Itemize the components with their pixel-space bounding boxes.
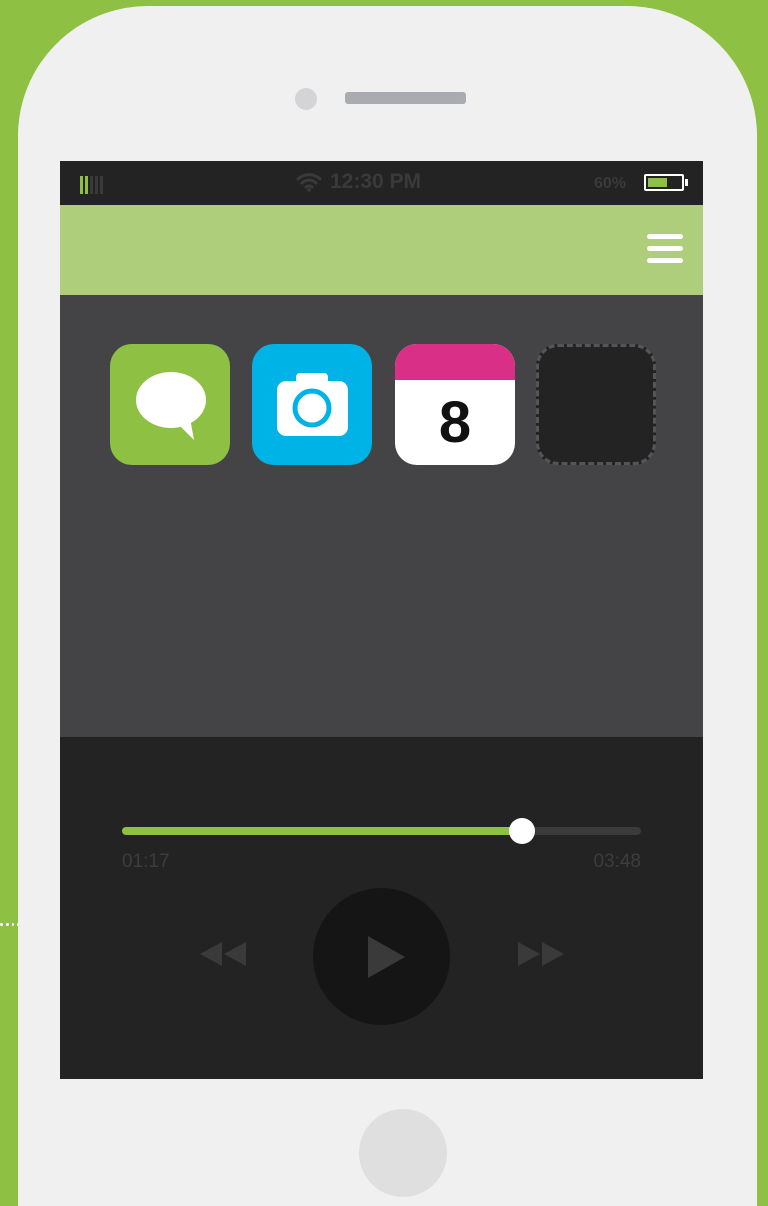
app-header [60,205,703,295]
wifi-icon [296,173,322,192]
empty-app-slot[interactable] [536,344,656,465]
signal-bar [80,176,83,194]
earpiece-speaker [345,92,466,104]
status-time: 12:30 PM [330,170,422,193]
phone-screen: 12:30 PM 60% 8 01:17 03:48 [60,161,703,1079]
signal-bar [85,176,88,194]
messages-app-icon[interactable] [110,344,230,465]
rewind-icon[interactable] [198,940,248,968]
battery-percentage: 60% [594,175,627,192]
signal-bar [95,176,98,194]
offscreen-dots [0,919,20,929]
home-button[interactable] [359,1109,447,1197]
fast-forward-icon[interactable] [516,940,566,968]
signal-strength-icon [80,176,103,194]
battery-fill [648,178,668,187]
battery-icon [644,174,684,191]
signal-bar [100,176,103,194]
hamburger-menu-icon[interactable] [647,234,683,264]
speech-bubble-icon [136,372,206,440]
play-icon [368,936,405,978]
progress-fill [122,827,522,835]
calendar-app-icon[interactable]: 8 [395,344,515,465]
total-time: 03:48 [593,851,641,872]
front-camera [295,88,317,110]
progress-track[interactable] [122,818,641,844]
battery-tip [685,179,688,186]
camera-icon [277,373,348,436]
calendar-header [395,344,515,380]
status-bar: 12:30 PM 60% [60,161,703,205]
signal-bar [90,176,93,194]
music-player: 01:17 03:48 [60,737,703,1079]
status-center: 12:30 PM [296,170,421,194]
elapsed-time: 01:17 [122,851,170,872]
play-button[interactable] [313,888,450,1025]
progress-knob[interactable] [508,818,535,844]
calendar-day: 8 [438,390,472,455]
camera-app-icon[interactable] [252,344,372,465]
